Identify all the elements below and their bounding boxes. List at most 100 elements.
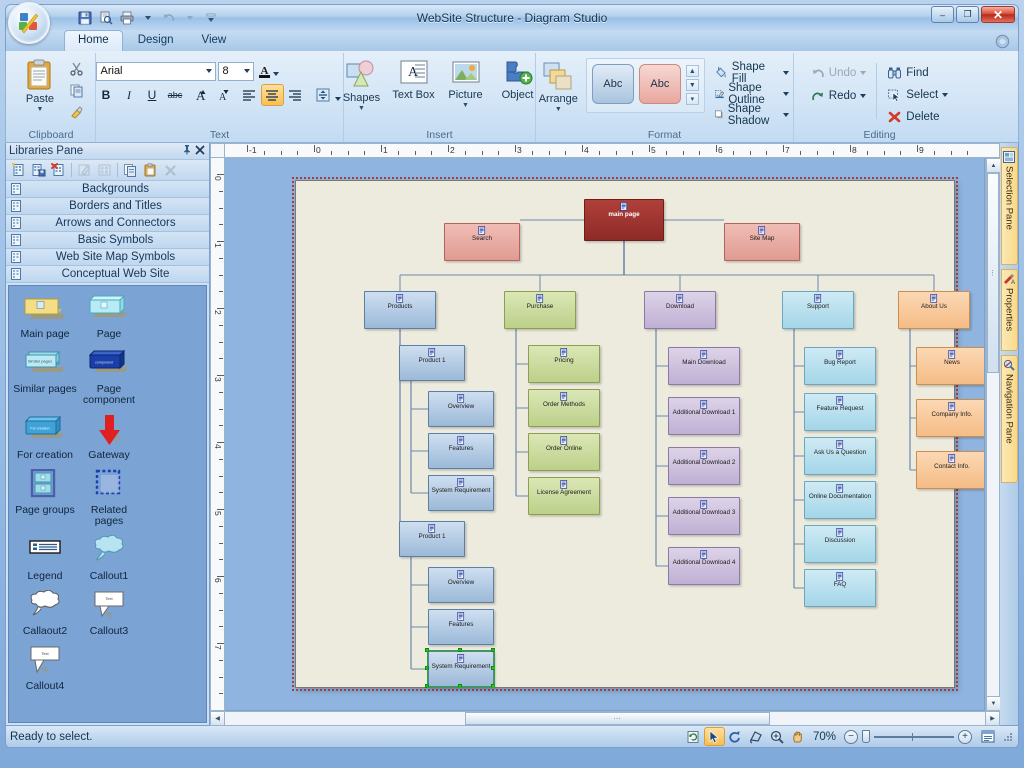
diagram-node[interactable]: License Agreement [528,477,600,515]
new-library-icon[interactable] [9,162,28,179]
print-icon[interactable] [118,9,136,27]
save-icon[interactable] [76,9,94,27]
diagram-node[interactable]: About Us [898,291,970,329]
shapes-button[interactable]: Shapes ▼ [336,56,388,114]
rotate-tool-button[interactable] [726,728,745,745]
scroll-up-button[interactable]: ▲ [986,158,1001,173]
pin-icon[interactable] [180,144,193,158]
style-gallery-more-icon[interactable]: ▾ [686,93,699,105]
scroll-left-button[interactable]: ◀ [210,711,225,726]
align-left-button[interactable] [239,85,260,105]
diagram-node[interactable]: Purchase [504,291,576,329]
remove-icon[interactable] [161,162,180,179]
font-size-dropdown-icon[interactable] [244,69,250,73]
pan-tool-button[interactable] [789,728,808,745]
style-gallery-scroll[interactable]: ▲ ▼ ▾ [686,64,699,106]
zoom-slider-handle[interactable] [862,730,870,743]
shape-fill-caret-icon[interactable] [783,71,789,75]
minimize-button[interactable]: – [931,6,954,23]
canvas-viewport[interactable]: main pageSearchSite MapProductsPurchaseD… [225,158,985,711]
redo-caret-icon[interactable] [860,94,866,98]
shape-shadow-button[interactable]: Shape Shadow [711,105,792,124]
arrange-library-icon[interactable] [95,162,114,179]
library-shape-callaout2[interactable]: Callaout2 [13,590,77,637]
undo-caret-icon[interactable] [860,71,866,75]
diagram-node[interactable]: Product 1 [399,345,465,381]
diagram-node[interactable]: Pricing [528,345,600,383]
diagram-node[interactable]: Overview [428,567,494,603]
picture-button[interactable]: Picture ▼ [440,56,492,111]
shape-style-preview-2[interactable]: Abc [639,64,681,104]
diagram-page[interactable]: main pageSearchSite MapProductsPurchaseD… [295,180,955,688]
qat-more-icon[interactable] [181,9,199,27]
diagram-node[interactable]: FAQ [804,569,876,607]
diagram-node[interactable]: Online Documentation [804,481,876,519]
refresh-tool-button[interactable] [684,728,703,745]
diagram-node[interactable]: Ask Us a Question [804,437,876,475]
lasso-tool-button[interactable] [747,728,766,745]
shape-fill-button[interactable]: Shape Fill [711,63,792,82]
tab-navigation-pane[interactable]: Navigation Pane [1001,355,1018,483]
horizontal-ruler[interactable]: -10123456789 [225,143,1000,158]
redo-button[interactable]: Redo [807,86,871,106]
diagram-node[interactable]: System Requirement [428,475,494,511]
diagram-node[interactable]: Search [444,223,520,261]
diagram-node[interactable]: Contact Info. [916,451,985,489]
zoom-slider[interactable]: − + [844,730,972,744]
diagram-node[interactable]: Company Info. [916,399,985,437]
diagram-node[interactable]: Feature Request [804,393,876,431]
diagram-node[interactable]: Order Online [528,433,600,471]
align-center-button[interactable] [262,85,283,105]
cut-icon[interactable] [66,58,86,78]
arrange-caret-icon[interactable]: ▼ [555,106,562,113]
maximize-button[interactable]: ❐ [956,6,979,23]
diagram-node[interactable]: Order Methods [528,389,600,427]
select-button[interactable]: Select [883,85,952,105]
qat-customize-icon[interactable] [202,9,220,27]
zoom-slider-track[interactable] [874,736,954,738]
edit-library-icon[interactable] [75,162,94,179]
scroll-right-button[interactable]: ▶ [985,711,1000,726]
style-scroll-down-icon[interactable]: ▼ [686,79,699,91]
font-size-input[interactable]: 8 [218,62,254,81]
shrink-font-button[interactable]: A [211,85,232,105]
font-color-dropdown-icon[interactable] [273,72,279,76]
library-category-basic-symbols[interactable]: Basic Symbols [6,232,209,249]
find-button[interactable]: Find [883,63,952,83]
library-shape-main-page[interactable]: Main page [13,293,77,340]
tab-properties[interactable]: A Properties [1001,269,1018,351]
arrange-button[interactable]: Arrange ▼ [537,58,580,115]
library-shape-for-creation[interactable]: For creation For creation [13,414,77,461]
style-scroll-up-icon[interactable]: ▲ [686,65,699,77]
font-family-input[interactable]: Arial [96,62,216,81]
paste-button[interactable]: Paste ▼ [16,56,64,115]
shape-outline-caret-icon[interactable] [783,92,789,96]
vertical-align-button[interactable] [313,85,334,105]
diagram-node[interactable]: Support [782,291,854,329]
delete-library-icon[interactable] [49,162,68,179]
zoom-tool-button[interactable] [768,728,787,745]
italic-button[interactable]: I [119,85,140,105]
diagram-node[interactable]: Download [644,291,716,329]
window-resize-grip[interactable] [1002,731,1014,743]
format-painter-icon[interactable] [66,102,86,122]
diagram-node[interactable]: Additional Download 1 [668,397,740,435]
close-icon[interactable] [193,145,206,158]
print-preview-icon[interactable] [97,9,115,27]
vertical-scrollbar[interactable]: ▲ ⋮ ▼ [985,158,1000,711]
shape-shadow-caret-icon[interactable] [783,113,789,117]
diagram-node[interactable]: Overview [428,391,494,427]
vertical-ruler[interactable]: 01234567 [210,158,225,711]
library-category-borders-and-titles[interactable]: Borders and Titles [6,198,209,215]
diagram-node[interactable]: Additional Download 2 [668,447,740,485]
library-shape-page[interactable]: Page [77,293,141,340]
diagram-node[interactable]: Discussion [804,525,876,563]
office-orb-button[interactable] [8,2,50,44]
scroll-down-button[interactable]: ▼ [986,696,1001,711]
ruler-corner[interactable] [210,143,225,158]
strikethrough-button[interactable]: abc [165,85,186,105]
copy-icon[interactable] [121,162,140,179]
library-category-web-site-map-symbols[interactable]: Web Site Map Symbols [6,249,209,266]
zoom-out-button[interactable]: − [844,730,858,744]
shape-style-preview-1[interactable]: Abc [592,64,634,104]
